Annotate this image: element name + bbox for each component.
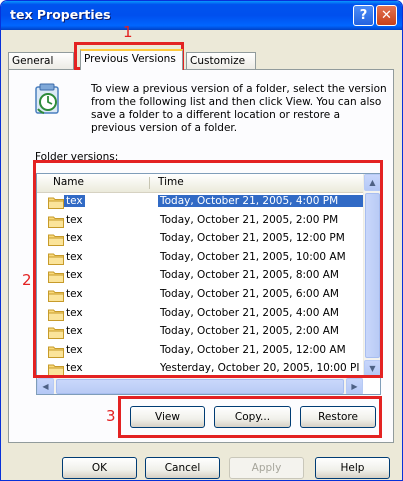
- previous-versions-icon: [35, 83, 59, 114]
- horizontal-scroll-thumb[interactable]: [56, 379, 344, 394]
- window-title: tex Properties: [10, 7, 111, 22]
- tab-general[interactable]: General: [8, 52, 74, 69]
- callout-number-3: 3: [106, 407, 116, 425]
- help-icon[interactable]: ?: [353, 5, 374, 26]
- scroll-left-icon[interactable]: ◀: [37, 378, 54, 394]
- callout-number-1: 1: [123, 23, 133, 41]
- callout-number-2: 2: [22, 271, 32, 289]
- callout-2-highlight: [33, 160, 383, 378]
- close-icon[interactable]: ✕: [376, 5, 397, 26]
- title-bar[interactable]: tex Properties ? ✕: [1, 1, 402, 30]
- tab-previous-versions[interactable]: Previous Versions: [80, 49, 183, 70]
- tab-customize[interactable]: Customize: [186, 52, 256, 69]
- callout-3-highlight: [118, 396, 382, 438]
- ok-button[interactable]: OK: [62, 457, 137, 479]
- cancel-button[interactable]: Cancel: [145, 457, 220, 479]
- help-button[interactable]: Help: [315, 457, 390, 479]
- description-text: To view a previous version of a folder, …: [91, 83, 387, 134]
- horizontal-scrollbar[interactable]: ◀ ▶: [37, 377, 363, 394]
- apply-button[interactable]: Apply: [229, 457, 304, 479]
- scroll-right-icon[interactable]: ▶: [346, 378, 363, 394]
